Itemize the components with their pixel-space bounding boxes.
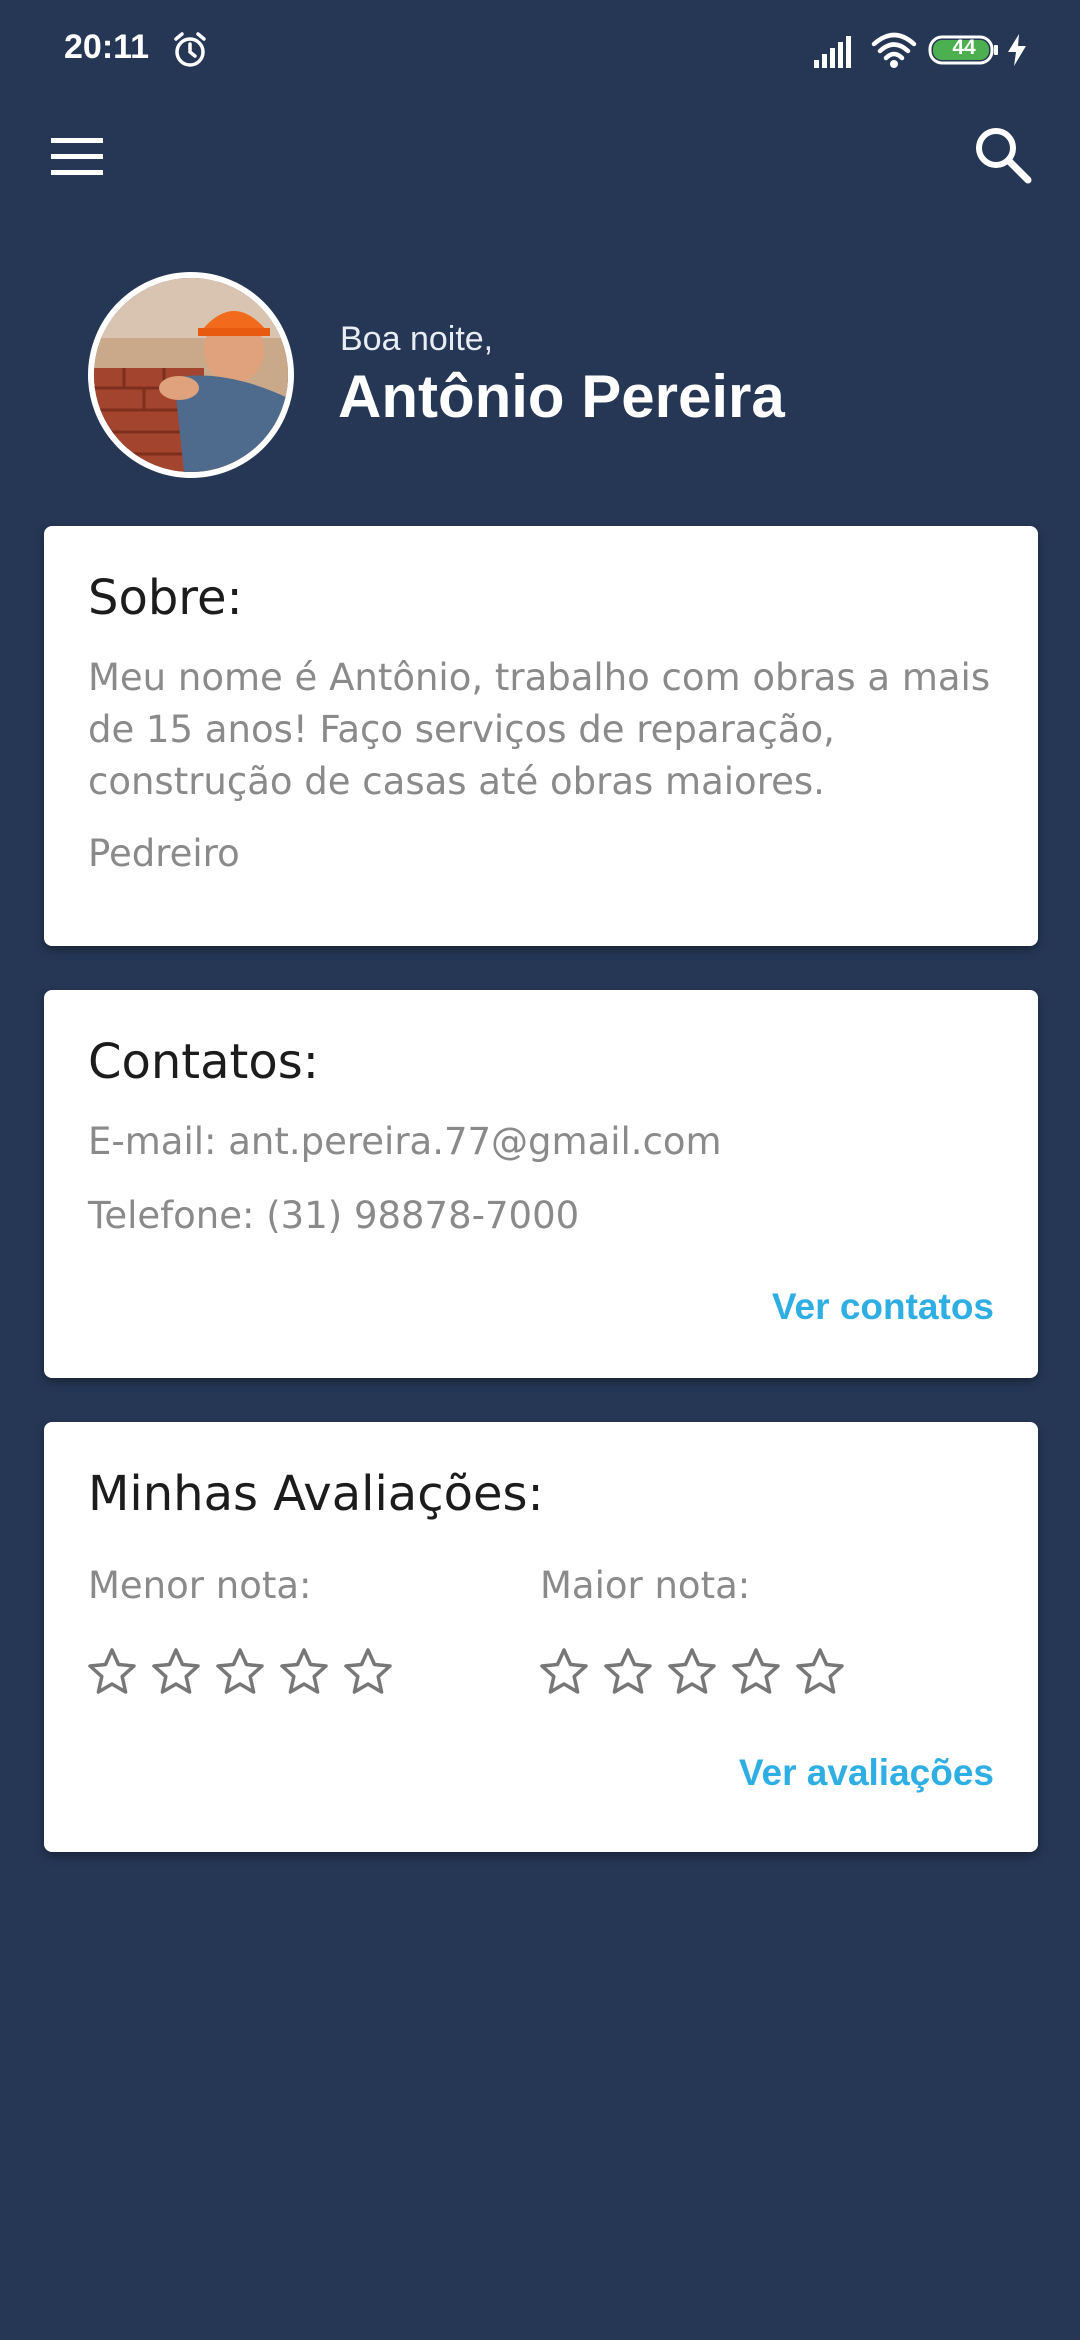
user-name: Antônio Pereira: [338, 363, 785, 430]
highest-rating-label: Maior nota:: [540, 1564, 751, 1607]
about-description-line: de 15 anos! Faço serviços de reparação,: [88, 708, 835, 751]
about-description-line: construção de casas até obras maiores.: [88, 760, 825, 803]
about-title: Sobre:: [88, 570, 243, 626]
ratings-card: Minhas Avaliações: Menor nota: Maior not…: [44, 1422, 1038, 1852]
star-icon: [216, 1648, 264, 1694]
avatar[interactable]: [88, 272, 294, 478]
star-icon: [280, 1648, 328, 1694]
ratings-title: Minhas Avaliações:: [88, 1466, 544, 1522]
signal-icon: [814, 36, 851, 68]
star-icon: [344, 1648, 392, 1694]
charging-bolt-icon: [1008, 34, 1026, 66]
contacts-card: Contatos: E-mail: ant.pereira.77@gmail.c…: [44, 990, 1038, 1378]
battery-level: 44: [952, 36, 976, 59]
status-bar: 20:11 44: [0, 0, 1080, 100]
about-description: Meu nome é Antônio, trabalho com obras a…: [88, 652, 990, 808]
alarm-icon: [174, 32, 206, 67]
view-contacts-link[interactable]: Ver contatos: [772, 1286, 994, 1328]
about-description-line: Meu nome é Antônio, trabalho com obras a…: [88, 656, 991, 699]
star-icon: [604, 1648, 652, 1694]
star-icon: [668, 1648, 716, 1694]
phone-text: Telefone: (31) 98878-7000: [88, 1194, 580, 1237]
greeting-text: Boa noite,: [340, 320, 494, 358]
star-icon: [540, 1648, 588, 1694]
avatar-photo: [94, 278, 288, 472]
wifi-icon: [871, 32, 917, 68]
menu-icon[interactable]: [48, 132, 106, 182]
about-card: Sobre: Meu nome é Antônio, trabalho com …: [44, 526, 1038, 946]
profession-text: Pedreiro: [88, 832, 240, 875]
contacts-title: Contatos:: [88, 1034, 319, 1090]
star-icon: [732, 1648, 780, 1694]
lowest-rating-stars: [86, 1646, 394, 1698]
view-ratings-link[interactable]: Ver avaliações: [739, 1752, 994, 1794]
star-icon: [152, 1648, 200, 1694]
highest-rating-stars: [538, 1646, 846, 1698]
lowest-rating-label: Menor nota:: [88, 1564, 312, 1607]
star-icon: [796, 1648, 844, 1694]
star-icon: [88, 1648, 136, 1694]
status-time: 20:11: [64, 28, 150, 66]
email-text: E-mail: ant.pereira.77@gmail.com: [88, 1120, 722, 1163]
search-icon[interactable]: [972, 124, 1034, 186]
